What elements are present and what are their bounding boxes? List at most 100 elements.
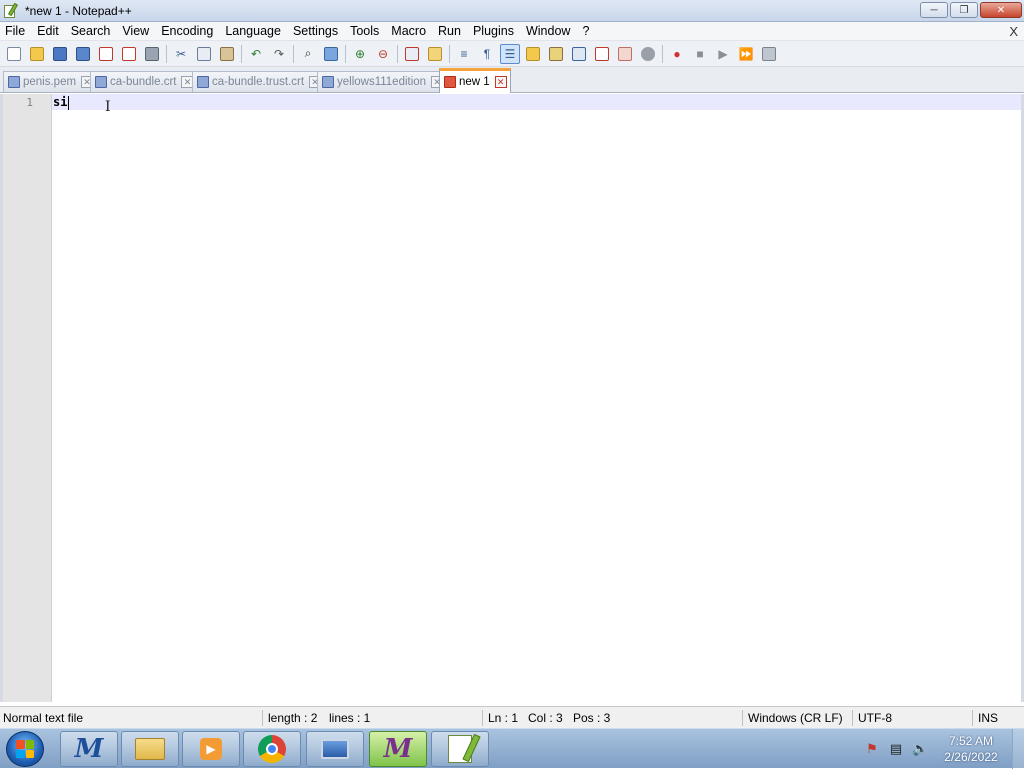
run-macro-multiple-icon[interactable]: ⏩ — [736, 44, 756, 64]
volume-icon[interactable]: 🔈 — [912, 741, 928, 757]
current-line-highlight — [52, 94, 1021, 110]
undo-icon[interactable]: ↶ — [246, 44, 266, 64]
menu-encoding[interactable]: Encoding — [155, 22, 219, 41]
language-udl-icon[interactable] — [523, 44, 543, 64]
menu-plugins[interactable]: Plugins — [467, 22, 520, 41]
tab-ca-bundle-crt[interactable]: ca-bundle.crt ✕ — [90, 71, 198, 92]
sync-horizontal-icon[interactable] — [425, 44, 445, 64]
tab-penis-pem[interactable]: penis.pem ✕ — [3, 71, 98, 92]
text-editor[interactable]: 1 si I — [0, 94, 1024, 702]
menu-window[interactable]: Window — [520, 22, 576, 41]
status-eol: Windows (CR LF) — [748, 711, 843, 725]
tab-new-1[interactable]: new 1 ✕ — [439, 68, 511, 93]
start-button[interactable] — [6, 731, 44, 767]
windows-logo-icon — [16, 740, 34, 758]
show-desktop-button[interactable] — [1012, 729, 1024, 769]
menu-run[interactable]: Run — [432, 22, 467, 41]
print-icon[interactable] — [142, 44, 162, 64]
taskbar-chrome-button[interactable] — [243, 731, 301, 767]
editor-text: si — [53, 95, 68, 109]
tab-yellows111edition[interactable]: yellows111edition ✕ — [317, 71, 448, 92]
minimize-button[interactable]: ─ — [920, 2, 948, 18]
menu-edit[interactable]: Edit — [31, 22, 65, 41]
status-pos: Pos : 3 — [573, 711, 611, 725]
save-icon[interactable] — [50, 44, 70, 64]
menu-help[interactable]: ? — [576, 22, 595, 41]
network-icon[interactable]: ▤ — [888, 741, 904, 757]
function-list-icon[interactable] — [569, 44, 589, 64]
toolbar-separator — [662, 44, 663, 63]
tab-label: ca-bundle.crt — [110, 76, 177, 88]
menu-macro[interactable]: Macro — [385, 22, 432, 41]
taskbar-media-player-button[interactable]: ▶ — [182, 731, 240, 767]
indent-guide-icon[interactable]: ☰ — [500, 43, 520, 64]
taskbar-remote-desktop-button[interactable] — [306, 731, 364, 767]
restore-button[interactable]: ❐ — [950, 2, 978, 18]
save-all-icon[interactable] — [73, 44, 93, 64]
status-divider — [972, 710, 973, 726]
clock-time: 7:52 AM — [948, 734, 994, 748]
paste-icon[interactable] — [217, 44, 237, 64]
menu-search[interactable]: Search — [65, 22, 117, 41]
folder-as-workspace-icon[interactable] — [592, 44, 612, 64]
status-divider — [482, 710, 483, 726]
malwarebytes-icon: M — [74, 734, 104, 764]
close-file-icon[interactable] — [96, 44, 116, 64]
document-tab-bar: penis.pem ✕ ca-bundle.crt ✕ ca-bundle.tr… — [0, 67, 1024, 93]
replace-icon[interactable] — [321, 44, 341, 64]
toolbar-separator — [345, 44, 346, 63]
redo-icon[interactable]: ↷ — [269, 44, 289, 64]
computer-icon — [321, 739, 349, 759]
monitoring-icon[interactable] — [638, 44, 658, 64]
cut-icon[interactable]: ✂ — [171, 44, 191, 64]
copy-icon[interactable] — [194, 44, 214, 64]
taskbar-notepad-plus-plus-button[interactable] — [431, 731, 489, 767]
taskbar-malwarebytes-active-button[interactable]: M — [369, 731, 427, 767]
tab-label: ca-bundle.trust.crt — [212, 76, 305, 88]
sync-vertical-icon[interactable] — [402, 44, 422, 64]
menu-view[interactable]: View — [116, 22, 155, 41]
menu-file[interactable]: File — [0, 22, 31, 41]
word-wrap-icon[interactable]: ≡ — [454, 44, 474, 64]
folder-icon — [135, 738, 165, 760]
find-icon[interactable]: ⌕ — [298, 44, 318, 64]
document-map-icon[interactable] — [546, 44, 566, 64]
stop-recording-icon[interactable]: ■ — [690, 44, 710, 64]
playback-macro-icon[interactable]: ▶ — [713, 44, 733, 64]
menu-tools[interactable]: Tools — [344, 22, 385, 41]
show-all-characters-icon[interactable]: ¶ — [477, 44, 497, 64]
status-ln: Ln : 1 — [488, 711, 519, 725]
notepad-plus-plus-icon[interactable] — [3, 2, 19, 19]
text-caret — [68, 95, 70, 110]
clock[interactable]: 7:52 AM 2/26/2022 — [936, 733, 1006, 765]
close-button[interactable]: ✕ — [980, 2, 1022, 18]
toolbar-separator — [397, 44, 398, 63]
taskbar-explorer-button[interactable] — [121, 731, 179, 767]
record-macro-icon[interactable]: ● — [667, 44, 687, 64]
open-file-icon[interactable] — [27, 44, 47, 64]
save-macro-icon[interactable] — [759, 44, 779, 64]
unsaved-file-icon — [444, 76, 456, 88]
close-all-icon[interactable] — [119, 44, 139, 64]
menu-settings[interactable]: Settings — [287, 22, 344, 41]
status-lines: lines : 1 — [329, 711, 371, 725]
project-panel-icon[interactable] — [615, 44, 635, 64]
status-length: length : 2 — [268, 711, 318, 725]
window-title: *new 1 - Notepad++ — [25, 3, 132, 18]
toolbar: ✂ ↶ ↷ ⌕ ⊕ ⊖ ≡ ¶ ☰ ● ■ ▶ ⏩ — [0, 41, 1024, 67]
tab-label: new 1 — [459, 76, 490, 88]
taskbar-malwarebytes-button[interactable]: M — [60, 731, 118, 767]
status-divider — [262, 710, 263, 726]
zoom-in-icon[interactable]: ⊕ — [350, 44, 370, 64]
new-file-icon[interactable] — [4, 44, 24, 64]
menu-language[interactable]: Language — [219, 22, 287, 41]
action-center-flag-icon[interactable]: ⚑ — [864, 741, 880, 757]
line-number-gutter: 1 — [3, 94, 52, 702]
zoom-out-icon[interactable]: ⊖ — [373, 44, 393, 64]
close-document-button[interactable]: X — [1009, 22, 1018, 41]
status-divider — [742, 710, 743, 726]
editor-line[interactable]: si — [53, 95, 70, 110]
tab-ca-bundle-trust-crt[interactable]: ca-bundle.trust.crt ✕ — [192, 71, 326, 92]
menu-bar: File Edit Search View Encoding Language … — [0, 22, 1024, 41]
close-tab-icon[interactable]: ✕ — [494, 76, 507, 88]
